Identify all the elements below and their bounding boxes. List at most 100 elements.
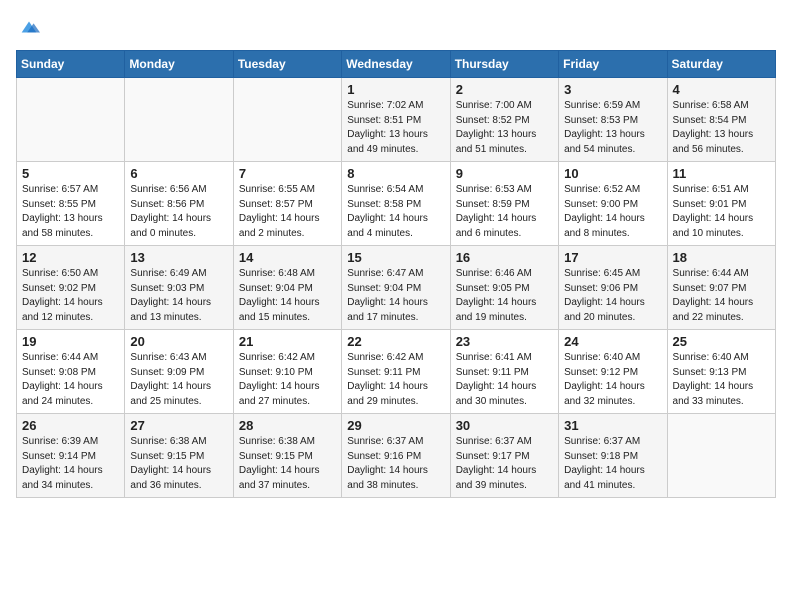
day-info: Sunrise: 6:42 AM Sunset: 9:11 PM Dayligh… [347, 351, 444, 409]
calendar-cell: 25 Sunrise: 6:40 AM Sunset: 9:13 PM Dayli… [667, 330, 775, 414]
day-number: 17 [564, 250, 661, 265]
day-number: 14 [239, 250, 336, 265]
calendar-week-row: 26 Sunrise: 6:39 AM Sunset: 9:14 PM Dayli… [17, 414, 776, 498]
calendar-cell: 10 Sunrise: 6:52 AM Sunset: 9:00 PM Dayli… [559, 162, 667, 246]
day-number: 22 [347, 334, 444, 349]
day-info: Sunrise: 6:52 AM Sunset: 9:00 PM Dayligh… [564, 183, 661, 241]
calendar-cell: 9Sunrise: 6:53 AM Sunset: 8:59 PM Daylig… [450, 162, 558, 246]
logo-icon [18, 16, 40, 38]
calendar-cell: 7 Sunrise: 6:55 AM Sunset: 8:57 PM Daylig… [233, 162, 341, 246]
calendar-cell: 17 Sunrise: 6:45 AM Sunset: 9:06 PM Dayli… [559, 246, 667, 330]
calendar-cell: 15 Sunrise: 6:47 AM Sunset: 9:04 PM Dayli… [342, 246, 450, 330]
header-wednesday: Wednesday [342, 51, 450, 78]
calendar-cell: 23Sunrise: 6:41 AM Sunset: 9:11 PM Dayli… [450, 330, 558, 414]
day-number: 1 [347, 82, 444, 97]
header-friday: Friday [559, 51, 667, 78]
day-info: Sunrise: 6:44 AM Sunset: 9:07 PM Dayligh… [673, 267, 770, 325]
calendar-cell: 5 Sunrise: 6:57 AM Sunset: 8:55 PM Daylig… [17, 162, 125, 246]
day-info: Sunrise: 6:40 AM Sunset: 9:13 PM Dayligh… [673, 351, 770, 409]
day-info: Sunrise: 6:37 AM Sunset: 9:18 PM Dayligh… [564, 435, 661, 493]
day-number: 8 [347, 166, 444, 181]
day-number: 30 [456, 418, 553, 433]
header-tuesday: Tuesday [233, 51, 341, 78]
day-number: 7 [239, 166, 336, 181]
day-number: 28 [239, 418, 336, 433]
day-number: 23 [456, 334, 553, 349]
calendar-cell: 30 Sunrise: 6:37 AM Sunset: 9:17 PM Dayli… [450, 414, 558, 498]
calendar-cell: 31 Sunrise: 6:37 AM Sunset: 9:18 PM Dayli… [559, 414, 667, 498]
calendar-cell: 12Sunrise: 6:50 AM Sunset: 9:02 PM Dayli… [17, 246, 125, 330]
calendar-header-row: SundayMondayTuesdayWednesdayThursdayFrid… [17, 51, 776, 78]
logo [16, 16, 40, 38]
calendar-cell: 6 Sunrise: 6:56 AM Sunset: 8:56 PM Daylig… [125, 162, 233, 246]
day-number: 29 [347, 418, 444, 433]
day-info: Sunrise: 6:48 AM Sunset: 9:04 PM Dayligh… [239, 267, 336, 325]
calendar-cell: 3 Sunrise: 6:59 AM Sunset: 8:53 PM Daylig… [559, 78, 667, 162]
day-number: 10 [564, 166, 661, 181]
calendar-cell: 24Sunrise: 6:40 AM Sunset: 9:12 PM Dayli… [559, 330, 667, 414]
day-info: Sunrise: 6:54 AM Sunset: 8:58 PM Dayligh… [347, 183, 444, 241]
day-number: 15 [347, 250, 444, 265]
calendar-cell [233, 78, 341, 162]
day-info: Sunrise: 6:45 AM Sunset: 9:06 PM Dayligh… [564, 267, 661, 325]
calendar-cell: 18 Sunrise: 6:44 AM Sunset: 9:07 PM Dayli… [667, 246, 775, 330]
day-info: Sunrise: 7:02 AM Sunset: 8:51 PM Dayligh… [347, 99, 444, 157]
header-thursday: Thursday [450, 51, 558, 78]
day-number: 24 [564, 334, 661, 349]
calendar-week-row: 1 Sunrise: 7:02 AM Sunset: 8:51 PM Daylig… [17, 78, 776, 162]
day-number: 25 [673, 334, 770, 349]
day-number: 19 [22, 334, 119, 349]
header-sunday: Sunday [17, 51, 125, 78]
day-number: 3 [564, 82, 661, 97]
calendar-cell [17, 78, 125, 162]
calendar-cell: 16 Sunrise: 6:46 AM Sunset: 9:05 PM Dayli… [450, 246, 558, 330]
calendar-cell: 21Sunrise: 6:42 AM Sunset: 9:10 PM Dayli… [233, 330, 341, 414]
calendar-cell: 14 Sunrise: 6:48 AM Sunset: 9:04 PM Dayli… [233, 246, 341, 330]
day-info: Sunrise: 6:50 AM Sunset: 9:02 PM Dayligh… [22, 267, 119, 325]
day-number: 26 [22, 418, 119, 433]
day-info: Sunrise: 6:57 AM Sunset: 8:55 PM Dayligh… [22, 183, 119, 241]
header-monday: Monday [125, 51, 233, 78]
calendar-cell: 1 Sunrise: 7:02 AM Sunset: 8:51 PM Daylig… [342, 78, 450, 162]
day-number: 21 [239, 334, 336, 349]
day-info: Sunrise: 6:49 AM Sunset: 9:03 PM Dayligh… [130, 267, 227, 325]
calendar-cell [667, 414, 775, 498]
day-number: 13 [130, 250, 227, 265]
calendar-cell [125, 78, 233, 162]
calendar-cell: 20 Sunrise: 6:43 AM Sunset: 9:09 PM Dayli… [125, 330, 233, 414]
day-number: 27 [130, 418, 227, 433]
header-saturday: Saturday [667, 51, 775, 78]
day-info: Sunrise: 6:38 AM Sunset: 9:15 PM Dayligh… [130, 435, 227, 493]
calendar-cell: 22 Sunrise: 6:42 AM Sunset: 9:11 PM Dayli… [342, 330, 450, 414]
day-info: Sunrise: 6:44 AM Sunset: 9:08 PM Dayligh… [22, 351, 119, 409]
calendar-week-row: 12Sunrise: 6:50 AM Sunset: 9:02 PM Dayli… [17, 246, 776, 330]
calendar-cell: 26 Sunrise: 6:39 AM Sunset: 9:14 PM Dayli… [17, 414, 125, 498]
day-info: Sunrise: 7:00 AM Sunset: 8:52 PM Dayligh… [456, 99, 553, 157]
day-info: Sunrise: 6:58 AM Sunset: 8:54 PM Dayligh… [673, 99, 770, 157]
day-number: 4 [673, 82, 770, 97]
day-info: Sunrise: 6:38 AM Sunset: 9:15 PM Dayligh… [239, 435, 336, 493]
day-number: 6 [130, 166, 227, 181]
day-info: Sunrise: 6:56 AM Sunset: 8:56 PM Dayligh… [130, 183, 227, 241]
day-info: Sunrise: 6:47 AM Sunset: 9:04 PM Dayligh… [347, 267, 444, 325]
day-number: 18 [673, 250, 770, 265]
day-info: Sunrise: 6:59 AM Sunset: 8:53 PM Dayligh… [564, 99, 661, 157]
day-info: Sunrise: 6:46 AM Sunset: 9:05 PM Dayligh… [456, 267, 553, 325]
day-info: Sunrise: 6:39 AM Sunset: 9:14 PM Dayligh… [22, 435, 119, 493]
calendar-cell: 2Sunrise: 7:00 AM Sunset: 8:52 PM Daylig… [450, 78, 558, 162]
day-number: 5 [22, 166, 119, 181]
calendar-cell: 28 Sunrise: 6:38 AM Sunset: 9:15 PM Dayli… [233, 414, 341, 498]
day-number: 31 [564, 418, 661, 433]
calendar-cell: 13 Sunrise: 6:49 AM Sunset: 9:03 PM Dayli… [125, 246, 233, 330]
calendar-cell: 4 Sunrise: 6:58 AM Sunset: 8:54 PM Daylig… [667, 78, 775, 162]
calendar-cell: 8 Sunrise: 6:54 AM Sunset: 8:58 PM Daylig… [342, 162, 450, 246]
day-number: 16 [456, 250, 553, 265]
page-header [16, 16, 776, 38]
calendar-cell: 19 Sunrise: 6:44 AM Sunset: 9:08 PM Dayli… [17, 330, 125, 414]
day-info: Sunrise: 6:55 AM Sunset: 8:57 PM Dayligh… [239, 183, 336, 241]
calendar-cell: 27 Sunrise: 6:38 AM Sunset: 9:15 PM Dayli… [125, 414, 233, 498]
day-number: 20 [130, 334, 227, 349]
calendar-table: SundayMondayTuesdayWednesdayThursdayFrid… [16, 50, 776, 498]
day-info: Sunrise: 6:43 AM Sunset: 9:09 PM Dayligh… [130, 351, 227, 409]
day-info: Sunrise: 6:37 AM Sunset: 9:17 PM Dayligh… [456, 435, 553, 493]
